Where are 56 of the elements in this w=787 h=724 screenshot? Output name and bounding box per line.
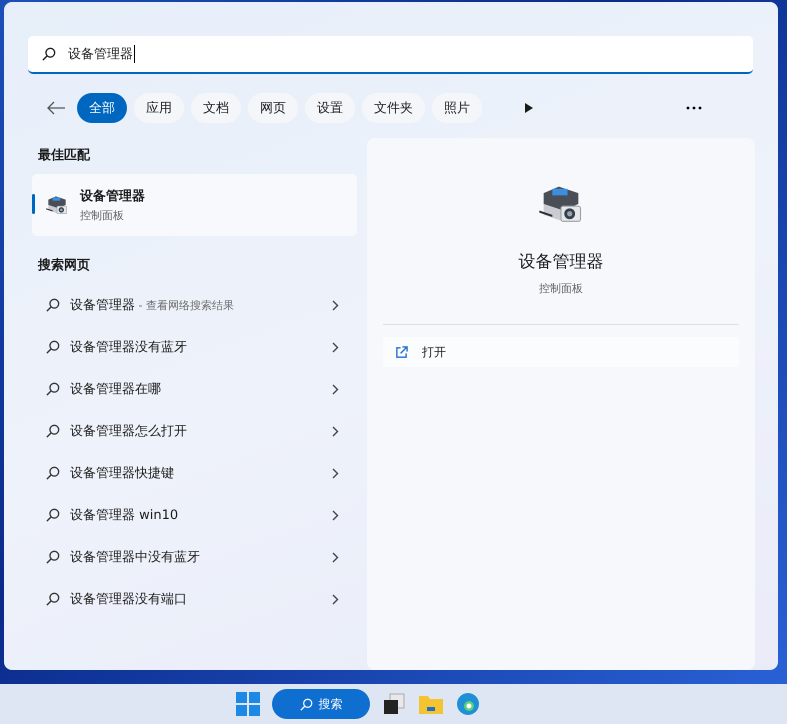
filter-tab[interactable]: 设置 [305,93,355,123]
suggestion-text: 设备管理器没有端口 [70,591,188,608]
filter-tab[interactable]: 网页 [248,93,298,123]
web-search-item[interactable]: 设备管理器没有端口 [32,578,357,620]
chevron-right-icon [332,552,339,562]
folder-icon[interactable] [418,693,444,715]
section-heading: 最佳匹配 [37,147,92,165]
suggestion-text: 设备管理器在哪 [70,381,162,398]
chevron-right-icon [332,300,339,310]
suggestion-text: 设备管理器没有蓝牙 [70,339,188,356]
search-icon [46,550,60,564]
web-search-item[interactable]: 设备管理器在哪 [32,368,357,410]
search-icon [42,47,56,61]
search-icon [46,424,60,438]
chevron-right-icon [332,342,339,352]
suggestion-text: 设备管理器快捷键 [70,465,175,482]
taskbar-search-button[interactable]: 搜索 [272,689,370,719]
search-icon [46,466,60,480]
search-icon [46,340,60,354]
filter-tab[interactable]: 应用 [134,93,184,123]
search-icon [300,698,312,710]
windows-logo-icon[interactable] [236,692,260,716]
web-search-item[interactable]: 设备管理器 win10 [32,494,357,536]
task-view-icon[interactable] [382,692,406,716]
suggestion-text: 设备管理器 win10 [70,507,180,524]
web-search-item[interactable]: 设备管理器 - 查看网络搜索结果 [32,284,357,326]
search-icon [46,382,60,396]
search-icon [46,298,60,312]
chevron-right-icon [332,384,339,394]
filter-tab[interactable]: 照片 [432,93,482,123]
item-subtitle: 控制面板 [80,208,125,223]
detail-subtitle: 控制面板 [539,281,583,296]
chevron-right-icon [332,510,339,520]
suggestion-text: 设备管理器 - 查看网络搜索结果 [70,297,235,314]
item-title: 设备管理器 [80,188,145,205]
filter-tab[interactable]: 文档 [191,93,241,123]
filter-tab[interactable]: 文件夹 [362,93,425,123]
filter-tab[interactable]: 全部 [77,93,127,123]
suggestion-text: 设备管理器中没有蓝牙 [70,549,201,566]
search-icon [46,592,60,606]
web-search-item[interactable]: 设备管理器怎么打开 [32,410,357,452]
open-external-icon [395,346,408,358]
detail-title: 设备管理器 [518,251,604,273]
open-action[interactable]: 打开 [383,337,739,367]
search-field[interactable]: 设备管理器 [28,36,753,74]
web-search-item[interactable]: 设备管理器快捷键 [32,452,357,494]
chevron-right-icon [332,594,339,604]
web-search-item[interactable]: 设备管理器没有蓝牙 [32,326,357,368]
browser-icon[interactable] [456,692,480,716]
web-search-item[interactable]: 设备管理器中没有蓝牙 [32,536,357,578]
chevron-right-icon [332,426,339,436]
best-match-item[interactable]: 设备管理器 控制面板 [32,174,357,236]
chevron-right-icon [332,468,339,478]
section-heading: 搜索网页 [36,256,91,275]
search-icon [46,508,60,522]
suggestion-text: 设备管理器怎么打开 [70,423,188,440]
